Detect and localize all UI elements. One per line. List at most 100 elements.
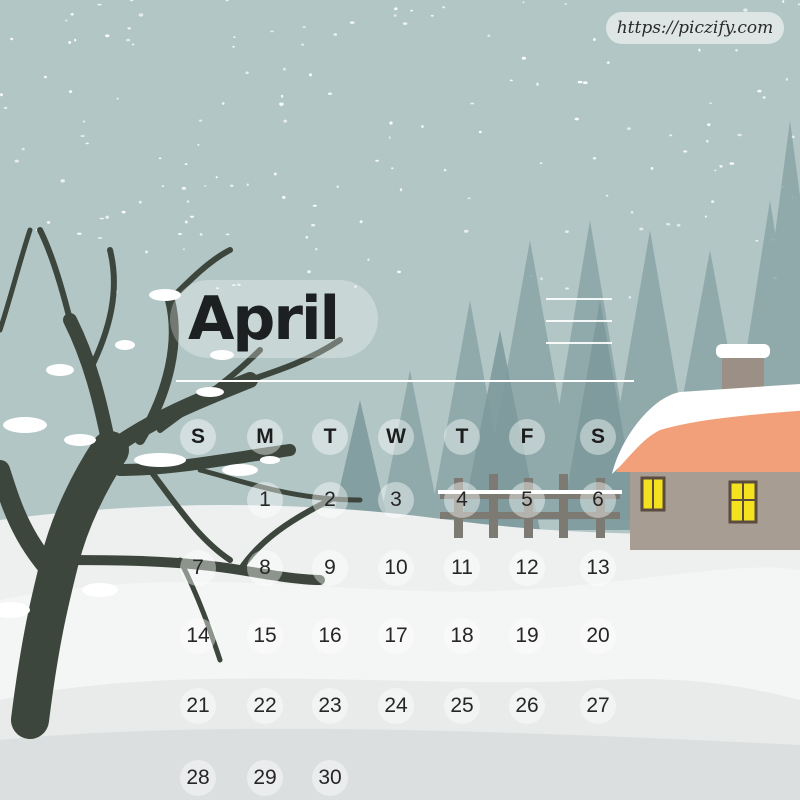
calendar-day: 3 bbox=[378, 482, 414, 518]
snowflake bbox=[669, 134, 673, 137]
calendar-day: 16 bbox=[312, 618, 348, 654]
calendar-day: 7 bbox=[180, 550, 216, 586]
decorative-line bbox=[546, 298, 612, 300]
snowflake bbox=[628, 296, 632, 299]
snowflake bbox=[762, 96, 766, 99]
snowflake bbox=[735, 49, 738, 52]
calendar-day: 22 bbox=[247, 688, 283, 724]
snowflake bbox=[198, 119, 203, 122]
snowflake bbox=[522, 1, 525, 4]
snowflake bbox=[711, 200, 715, 204]
calendar-day: 11 bbox=[444, 550, 480, 586]
snowflake bbox=[302, 26, 306, 29]
snowflake bbox=[99, 217, 105, 220]
snowflake bbox=[190, 215, 194, 218]
snowflake bbox=[487, 34, 491, 37]
calendar-day: 1 bbox=[247, 482, 283, 518]
snowflake bbox=[177, 233, 182, 235]
snowflake bbox=[199, 233, 203, 236]
snowflake bbox=[709, 102, 712, 105]
snowflake bbox=[478, 130, 482, 134]
snowflake bbox=[593, 38, 596, 41]
weekday-header: F bbox=[509, 419, 545, 455]
snowflake bbox=[564, 3, 568, 5]
snowflake bbox=[186, 200, 190, 203]
snowflake bbox=[145, 250, 148, 254]
snowflake bbox=[127, 27, 131, 30]
snowflake bbox=[283, 119, 288, 123]
weekday-header: W bbox=[378, 419, 414, 455]
snowflake bbox=[540, 277, 543, 281]
snowflake bbox=[704, 215, 708, 218]
calendar-day: 14 bbox=[180, 618, 216, 654]
snowflake bbox=[737, 133, 742, 137]
calendar-day: 29 bbox=[247, 760, 283, 796]
snowflake bbox=[359, 220, 363, 224]
snowflake bbox=[311, 224, 316, 227]
snowflake bbox=[0, 93, 3, 97]
snowflake bbox=[606, 61, 610, 64]
snowflake bbox=[97, 237, 103, 239]
snowflake bbox=[394, 7, 398, 11]
snowflake bbox=[307, 270, 311, 274]
weekday-header: S bbox=[180, 419, 216, 455]
snowflake bbox=[309, 73, 312, 77]
snowflake bbox=[273, 172, 277, 176]
snowflake bbox=[232, 45, 235, 48]
snowflake bbox=[336, 185, 340, 188]
snowflake bbox=[97, 3, 102, 6]
snowflake bbox=[564, 230, 569, 234]
snowflake bbox=[280, 94, 284, 98]
snowflake bbox=[442, 6, 446, 9]
snowflake bbox=[470, 102, 475, 105]
calendar-day: 27 bbox=[580, 688, 616, 724]
calendar-day: 12 bbox=[509, 550, 545, 586]
snowflake bbox=[230, 184, 234, 187]
calendar-day: 23 bbox=[312, 688, 348, 724]
calendar-day: 15 bbox=[247, 618, 283, 654]
snowflake bbox=[60, 179, 65, 183]
snowflake bbox=[391, 167, 394, 170]
snowflake bbox=[245, 71, 249, 75]
snowflake bbox=[215, 176, 218, 179]
calendar-day: 26 bbox=[509, 688, 545, 724]
snowflake bbox=[327, 92, 333, 95]
snowflake bbox=[630, 211, 634, 214]
snowflake bbox=[397, 270, 401, 274]
snowflake bbox=[729, 162, 735, 165]
watermark: https://piczify.com bbox=[606, 12, 784, 44]
snowflake bbox=[77, 232, 82, 235]
snowflake bbox=[80, 135, 85, 137]
calendar-day: 30 bbox=[312, 760, 348, 796]
snowflake bbox=[85, 142, 89, 145]
weekday-header: S bbox=[580, 419, 616, 455]
snowflake bbox=[719, 164, 723, 168]
snowflake bbox=[402, 22, 408, 25]
weekday-header: T bbox=[312, 419, 348, 455]
snowflake bbox=[204, 185, 207, 187]
decorative-line bbox=[546, 320, 612, 322]
snowflake bbox=[755, 239, 759, 242]
calendar-day: 17 bbox=[378, 618, 414, 654]
snowflake bbox=[43, 75, 48, 79]
snowflake bbox=[74, 38, 77, 42]
snowflake bbox=[126, 38, 131, 42]
snowflake bbox=[105, 34, 110, 38]
weekday-header: T bbox=[444, 419, 480, 455]
snowflake bbox=[197, 144, 200, 146]
snowflake bbox=[509, 79, 513, 82]
snowflake bbox=[399, 188, 403, 192]
snowflake bbox=[182, 248, 186, 250]
snowflake bbox=[574, 117, 579, 121]
snowflake bbox=[626, 127, 631, 130]
winter-landscape-illustration bbox=[0, 0, 800, 800]
snowflake bbox=[639, 227, 644, 231]
snowflake bbox=[375, 159, 379, 162]
snowflake bbox=[707, 123, 711, 127]
snowflake bbox=[676, 223, 681, 227]
snowflake bbox=[233, 36, 236, 38]
snowflake bbox=[121, 210, 126, 214]
snowflake bbox=[221, 102, 225, 105]
calendar-day: 5 bbox=[509, 482, 545, 518]
snowflake bbox=[683, 150, 688, 153]
